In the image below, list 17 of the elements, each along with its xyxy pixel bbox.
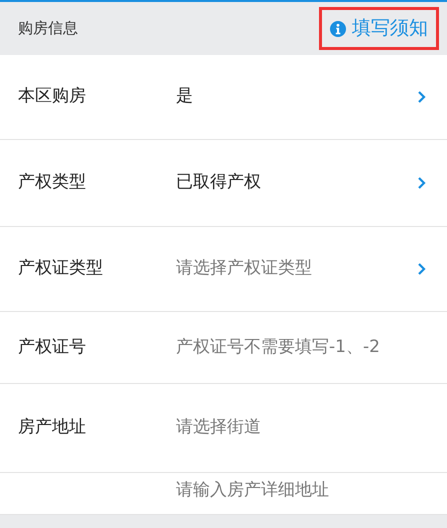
select-field[interactable]: 已取得产权: [176, 172, 261, 192]
info-icon: [330, 20, 346, 36]
chevron-right-icon[interactable]: [417, 262, 426, 276]
chevron-right-icon[interactable]: [417, 176, 426, 190]
field-label: 产权类型: [18, 172, 86, 192]
field-label: 本区购房: [18, 86, 86, 106]
input-field[interactable]: 请输入房产详细地址: [176, 480, 329, 500]
section-title: 购房信息: [18, 18, 78, 40]
notice-link[interactable]: 填写须知: [319, 7, 439, 50]
select-field[interactable]: 是: [176, 86, 193, 106]
field-label: 产权证类型: [18, 258, 103, 278]
input-field[interactable]: 请选择街道: [176, 417, 261, 438]
chevron-right-icon[interactable]: [417, 90, 426, 104]
field-label: 产权证号: [18, 336, 86, 357]
input-field[interactable]: 产权证号不需要填写-1、-2: [176, 336, 380, 357]
field-label: 房产地址: [18, 417, 86, 438]
select-field[interactable]: 请选择产权证类型: [176, 258, 312, 278]
